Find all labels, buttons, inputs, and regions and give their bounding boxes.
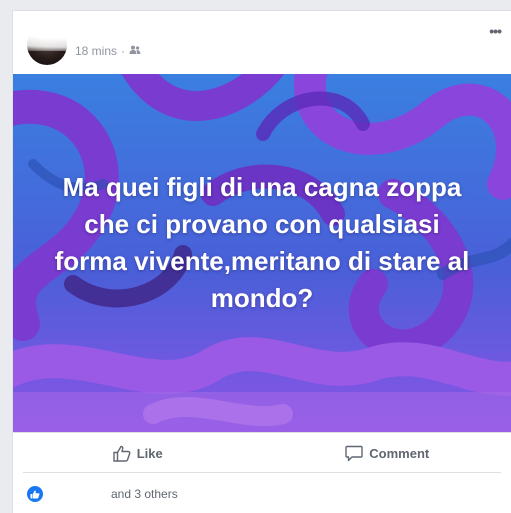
meta-separator: · (121, 44, 126, 58)
comment-button[interactable]: Comment (263, 433, 511, 473)
thumbs-up-icon (113, 445, 131, 462)
action-bar: Like Comment (13, 432, 511, 473)
post-image[interactable]: Ma quei figli di una cagna zoppa che ci … (13, 74, 511, 432)
reactions-summary[interactable]: and 3 others (27, 485, 178, 503)
post-meta: 18 mins · (75, 44, 141, 58)
like-label: Like (136, 445, 163, 461)
post-card: 18 mins · ••• Ma quei figli di una cagna… (12, 10, 511, 513)
post-time[interactable]: 18 mins (75, 44, 117, 58)
like-reaction-icon (27, 486, 43, 502)
comment-icon (345, 445, 363, 462)
redacted-names (49, 486, 109, 502)
more-options-icon[interactable]: ••• (489, 23, 502, 39)
comment-label: Comment (369, 445, 430, 461)
others-count[interactable]: and 3 others (111, 487, 178, 501)
friends-icon[interactable] (129, 44, 141, 58)
image-caption: Ma quei figli di una cagna zoppa che ci … (54, 172, 470, 313)
like-button[interactable]: Like (13, 433, 263, 473)
page-background (0, 10, 12, 513)
divider (23, 472, 501, 473)
